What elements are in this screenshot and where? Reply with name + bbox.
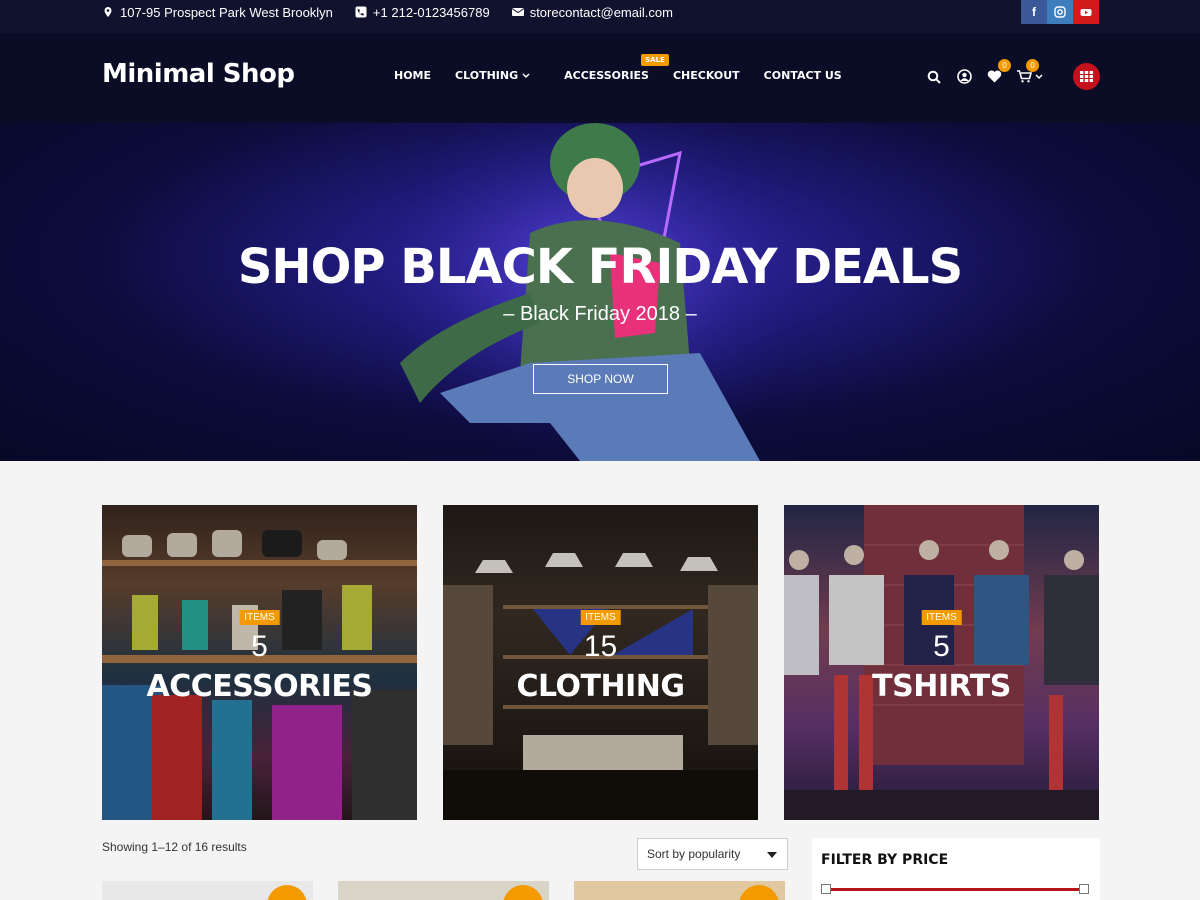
address-text: 107-95 Prospect Park West Brooklyn <box>120 4 333 20</box>
contact-info: 107-95 Prospect Park West Brooklyn +1 21… <box>102 0 673 24</box>
nav-home[interactable]: HOME <box>394 69 431 82</box>
instagram-icon[interactable] <box>1047 0 1073 24</box>
phone-icon <box>355 6 367 18</box>
cart-icon[interactable]: 0 <box>1015 58 1045 86</box>
phone-item[interactable]: +1 212-0123456789 <box>355 5 490 20</box>
grid-menu-icon[interactable] <box>1073 63 1100 90</box>
nav-contact-label: CONTACT US <box>763 69 842 82</box>
product-badge <box>739 885 779 900</box>
product-card[interactable] <box>338 881 549 900</box>
product-card[interactable] <box>574 881 785 900</box>
hero-subtitle: – Black Friday 2018 – <box>503 303 697 325</box>
category-count: 5 <box>251 630 268 663</box>
category-grid: ITEMS 5 ACCESSORIES ITEMS 15 CLOTHING IT… <box>102 505 1099 820</box>
product-card[interactable] <box>102 881 313 900</box>
site-header: Minimal Shop HOME CLOTHING ACCESSORIES S… <box>0 33 1200 123</box>
category-name: ACCESSORIES <box>146 669 373 704</box>
chevron-down-icon <box>1035 73 1043 79</box>
caret-down-icon <box>767 852 777 858</box>
nav-checkout-label: CHECKOUT <box>672 69 740 82</box>
product-badge <box>267 885 307 900</box>
price-min-handle[interactable] <box>821 884 831 894</box>
product-badge <box>503 885 543 900</box>
category-card-tshirts[interactable]: ITEMS 5 TSHIRTS <box>784 505 1099 820</box>
nav-accessories[interactable]: ACCESSORIES SALE <box>564 54 669 82</box>
price-range-track[interactable] <box>826 888 1086 891</box>
hero-banner: SHOP BLACK FRIDAY DEALS – Black Friday 2… <box>0 123 1200 461</box>
wishlist-count-badge: 0 <box>998 58 1011 72</box>
header-icons: 0 0 <box>925 58 1100 90</box>
sort-select[interactable]: Sort by popularity <box>637 838 788 870</box>
facebook-icon[interactable]: f <box>1021 0 1047 24</box>
social-links: f <box>1021 0 1099 24</box>
phone-text: +1 212-0123456789 <box>372 4 490 20</box>
map-pin-icon <box>104 7 112 17</box>
nav-checkout[interactable]: CHECKOUT <box>673 69 740 82</box>
chevron-down-icon <box>522 72 530 78</box>
shop-now-button[interactable]: SHOP NOW <box>533 364 668 394</box>
nav-clothing-label: CLOTHING <box>455 69 519 82</box>
nav-home-label: HOME <box>394 69 432 82</box>
address-item: 107-95 Prospect Park West Brooklyn <box>102 5 333 20</box>
result-count: Showing 1–12 of 16 results <box>102 840 247 854</box>
nav-accessories-label: ACCESSORIES <box>564 69 649 82</box>
main-nav: HOME CLOTHING ACCESSORIES SALE CHECKOUT … <box>394 54 842 82</box>
email-text: storecontact@email.com <box>529 4 673 20</box>
wishlist-heart-icon[interactable]: 0 <box>985 58 1011 86</box>
category-items-tag: ITEMS <box>921 610 962 625</box>
sort-selected-value: Sort by popularity <box>647 847 741 861</box>
search-icon[interactable] <box>925 68 943 86</box>
youtube-icon[interactable] <box>1073 0 1099 24</box>
price-max-handle[interactable] <box>1079 884 1089 894</box>
category-name: TSHIRTS <box>872 669 1011 704</box>
top-bar: 107-95 Prospect Park West Brooklyn +1 21… <box>0 0 1200 33</box>
nav-contact[interactable]: CONTACT US <box>764 69 842 82</box>
category-card-clothing[interactable]: ITEMS 15 CLOTHING <box>443 505 758 820</box>
envelope-icon <box>511 8 524 16</box>
filter-title: FILTER BY PRICE <box>821 852 949 868</box>
price-filter-widget: FILTER BY PRICE <box>812 838 1100 900</box>
hero-title: SHOP BLACK FRIDAY DEALS <box>237 239 963 295</box>
user-icon[interactable] <box>955 68 973 86</box>
category-items-tag: ITEMS <box>239 610 280 625</box>
cart-count-badge: 0 <box>1026 58 1039 72</box>
email-item[interactable]: storecontact@email.com <box>511 4 673 20</box>
category-count: 15 <box>583 630 618 663</box>
category-items-tag: ITEMS <box>580 610 621 625</box>
category-card-accessories[interactable]: ITEMS 5 ACCESSORIES <box>102 505 417 820</box>
sale-badge: SALE <box>641 54 669 66</box>
site-logo[interactable]: Minimal Shop <box>102 59 295 89</box>
category-name: CLOTHING <box>516 669 685 704</box>
category-count: 5 <box>933 630 950 663</box>
nav-clothing[interactable]: CLOTHING <box>455 69 530 82</box>
